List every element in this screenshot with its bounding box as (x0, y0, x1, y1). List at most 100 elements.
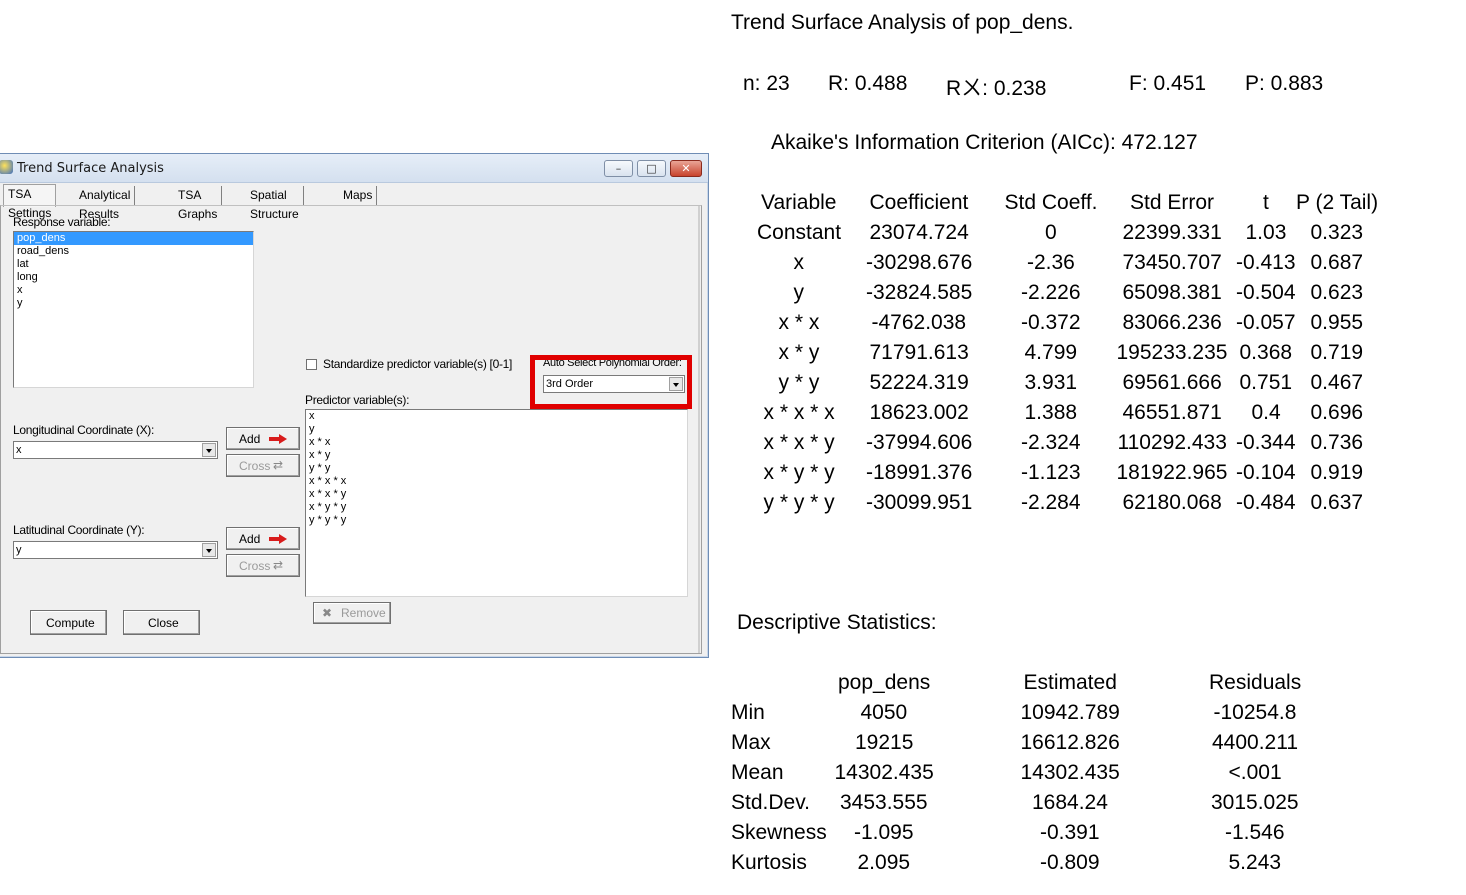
stat-r: R: 0.488 (828, 72, 908, 95)
predictor-variable-list[interactable]: x y x * x x * y y * y x * x * x x * x * … (305, 409, 688, 597)
coef-header: Std Error (1130, 191, 1215, 214)
coef-cell: -30298.676 (866, 251, 973, 274)
coef-cell: -0.104 (1236, 461, 1296, 484)
list-item[interactable]: lat (14, 258, 253, 271)
coef-header: Std Coeff. (1004, 191, 1098, 214)
coef-header: P (2 Tail) (1296, 191, 1379, 214)
coef-cell: 52224.319 (869, 371, 969, 394)
longitudinal-select[interactable]: x (13, 441, 218, 459)
desc-cell: 14302.435 (1020, 761, 1120, 784)
coef-cell: 0.696 (1310, 401, 1364, 424)
maximize-button[interactable]: □ (637, 160, 666, 177)
minimize-button[interactable]: – (604, 160, 633, 177)
latitudinal-value: y (16, 544, 22, 556)
list-item[interactable]: y (306, 423, 687, 436)
desc-cell: 4400.211 (1212, 731, 1299, 754)
app-icon (0, 160, 13, 174)
close-button[interactable]: Close (123, 610, 200, 635)
coef-cell: 83066.236 (1122, 311, 1222, 334)
chevron-down-icon[interactable] (202, 443, 216, 457)
coef-cell: 69561.666 (1122, 371, 1222, 394)
list-item[interactable]: x (14, 284, 253, 297)
add-x-button[interactable]: Add (226, 427, 300, 450)
list-item[interactable]: pop_dens (14, 232, 253, 245)
tab-maps[interactable]: Maps (339, 186, 378, 205)
coef-cell: 0.751 (1239, 371, 1293, 394)
list-item[interactable]: x * x (306, 436, 687, 449)
list-item[interactable]: x * y (306, 449, 687, 462)
list-item[interactable]: y * y (306, 462, 687, 475)
add-y-label: Add (239, 532, 261, 546)
list-item[interactable]: y * y * y (306, 514, 687, 527)
cross-x-button[interactable]: Cross ⇄ (226, 454, 300, 477)
latitudinal-label: Latitudinal Coordinate (Y): (13, 523, 145, 537)
desc-row-label: Skewness (731, 821, 827, 844)
desc-row-label: Std.Dev. (731, 791, 810, 814)
coef-cell: 110292.433 (1117, 431, 1227, 454)
coef-variable: x * x * x (763, 401, 835, 424)
list-item[interactable]: x * x * x (306, 475, 687, 488)
desc-cell: 2.095 (857, 851, 911, 874)
desc-cell: 1684.24 (1032, 791, 1108, 814)
list-item[interactable]: y (14, 297, 253, 310)
coef-cell: -2.36 (1027, 251, 1075, 274)
tsa-window: Trend Surface Analysis – □ ✕ TSA Setting… (0, 153, 709, 658)
list-item[interactable]: long (14, 271, 253, 284)
desc-row-label: Mean (731, 761, 784, 784)
list-item[interactable]: x * y * y (306, 501, 687, 514)
coef-cell: 71791.613 (869, 341, 969, 364)
coef-cell: 0.623 (1310, 281, 1364, 304)
response-variable-list[interactable]: pop_dens road_dens lat long x y (13, 231, 254, 388)
list-item[interactable]: road_dens (14, 245, 253, 258)
desc-cell: 14302.435 (834, 761, 934, 784)
coef-variable: x * x (778, 311, 820, 334)
standardize-label: Standardize predictor variable(s) [0-1] (323, 357, 513, 371)
desc-cell: -0.391 (1040, 821, 1100, 844)
coef-variable: y * y (778, 371, 820, 394)
coef-cell: 18623.002 (869, 401, 969, 424)
stat-p: P: 0.883 (1245, 72, 1324, 95)
coef-variable: x * x * y (763, 431, 835, 454)
chevron-down-icon[interactable] (202, 543, 216, 557)
list-item[interactable]: x (306, 410, 687, 423)
stat-f: F: 0.451 (1129, 72, 1207, 95)
coef-variable: Constant (757, 221, 842, 244)
highlight-box (530, 355, 692, 409)
title-bar[interactable]: Trend Surface Analysis – □ ✕ (0, 154, 708, 183)
coef-cell: -30099.951 (866, 491, 973, 514)
coef-cell: 0 (1045, 221, 1057, 244)
tab-spatial-structure[interactable]: Spatial Structure (246, 186, 304, 221)
desc-cell: 5.243 (1228, 851, 1282, 874)
compute-button[interactable]: Compute (30, 610, 107, 635)
coef-cell: 0.919 (1310, 461, 1364, 484)
cross-icon: ⇄ (273, 558, 284, 572)
remove-button[interactable]: ✖ Remove (313, 602, 391, 624)
tab-tsa-settings[interactable]: TSA Settings (3, 184, 57, 220)
predictor-variables-label: Predictor variable(s): (305, 393, 410, 407)
desc-row-label: Max (731, 731, 771, 754)
red-arrow-icon (269, 434, 287, 444)
latitudinal-select[interactable]: y (13, 541, 218, 559)
add-y-button[interactable]: Add (226, 527, 300, 550)
desc-row-label: Min (731, 701, 765, 724)
coef-cell: 0.687 (1310, 251, 1364, 274)
coef-cell: -0.372 (1021, 311, 1081, 334)
coef-cell: -0.344 (1236, 431, 1296, 454)
tab-analytical-results[interactable]: Analytical Results (75, 186, 136, 221)
standardize-checkbox[interactable] (306, 359, 317, 370)
coef-cell: -2.226 (1021, 281, 1081, 304)
desc-cell: 16612.826 (1020, 731, 1120, 754)
tab-tsa-graphs[interactable]: TSA Graphs (174, 186, 223, 221)
close-window-button[interactable]: ✕ (670, 160, 702, 177)
coef-variable: y * y * y (763, 491, 835, 514)
coef-cell: -0.413 (1236, 251, 1296, 274)
coef-cell: 62180.068 (1122, 491, 1222, 514)
desc-header: pop_dens (838, 671, 931, 694)
desc-row-label: Kurtosis (731, 851, 807, 874)
coef-cell: 0.719 (1310, 341, 1364, 364)
coef-cell: 0.955 (1310, 311, 1364, 334)
list-item[interactable]: x * x * y (306, 488, 687, 501)
cross-y-button[interactable]: Cross ⇄ (226, 554, 300, 577)
desc-cell: -1.546 (1225, 821, 1285, 844)
longitudinal-label: Longitudinal Coordinate (X): (13, 423, 155, 437)
